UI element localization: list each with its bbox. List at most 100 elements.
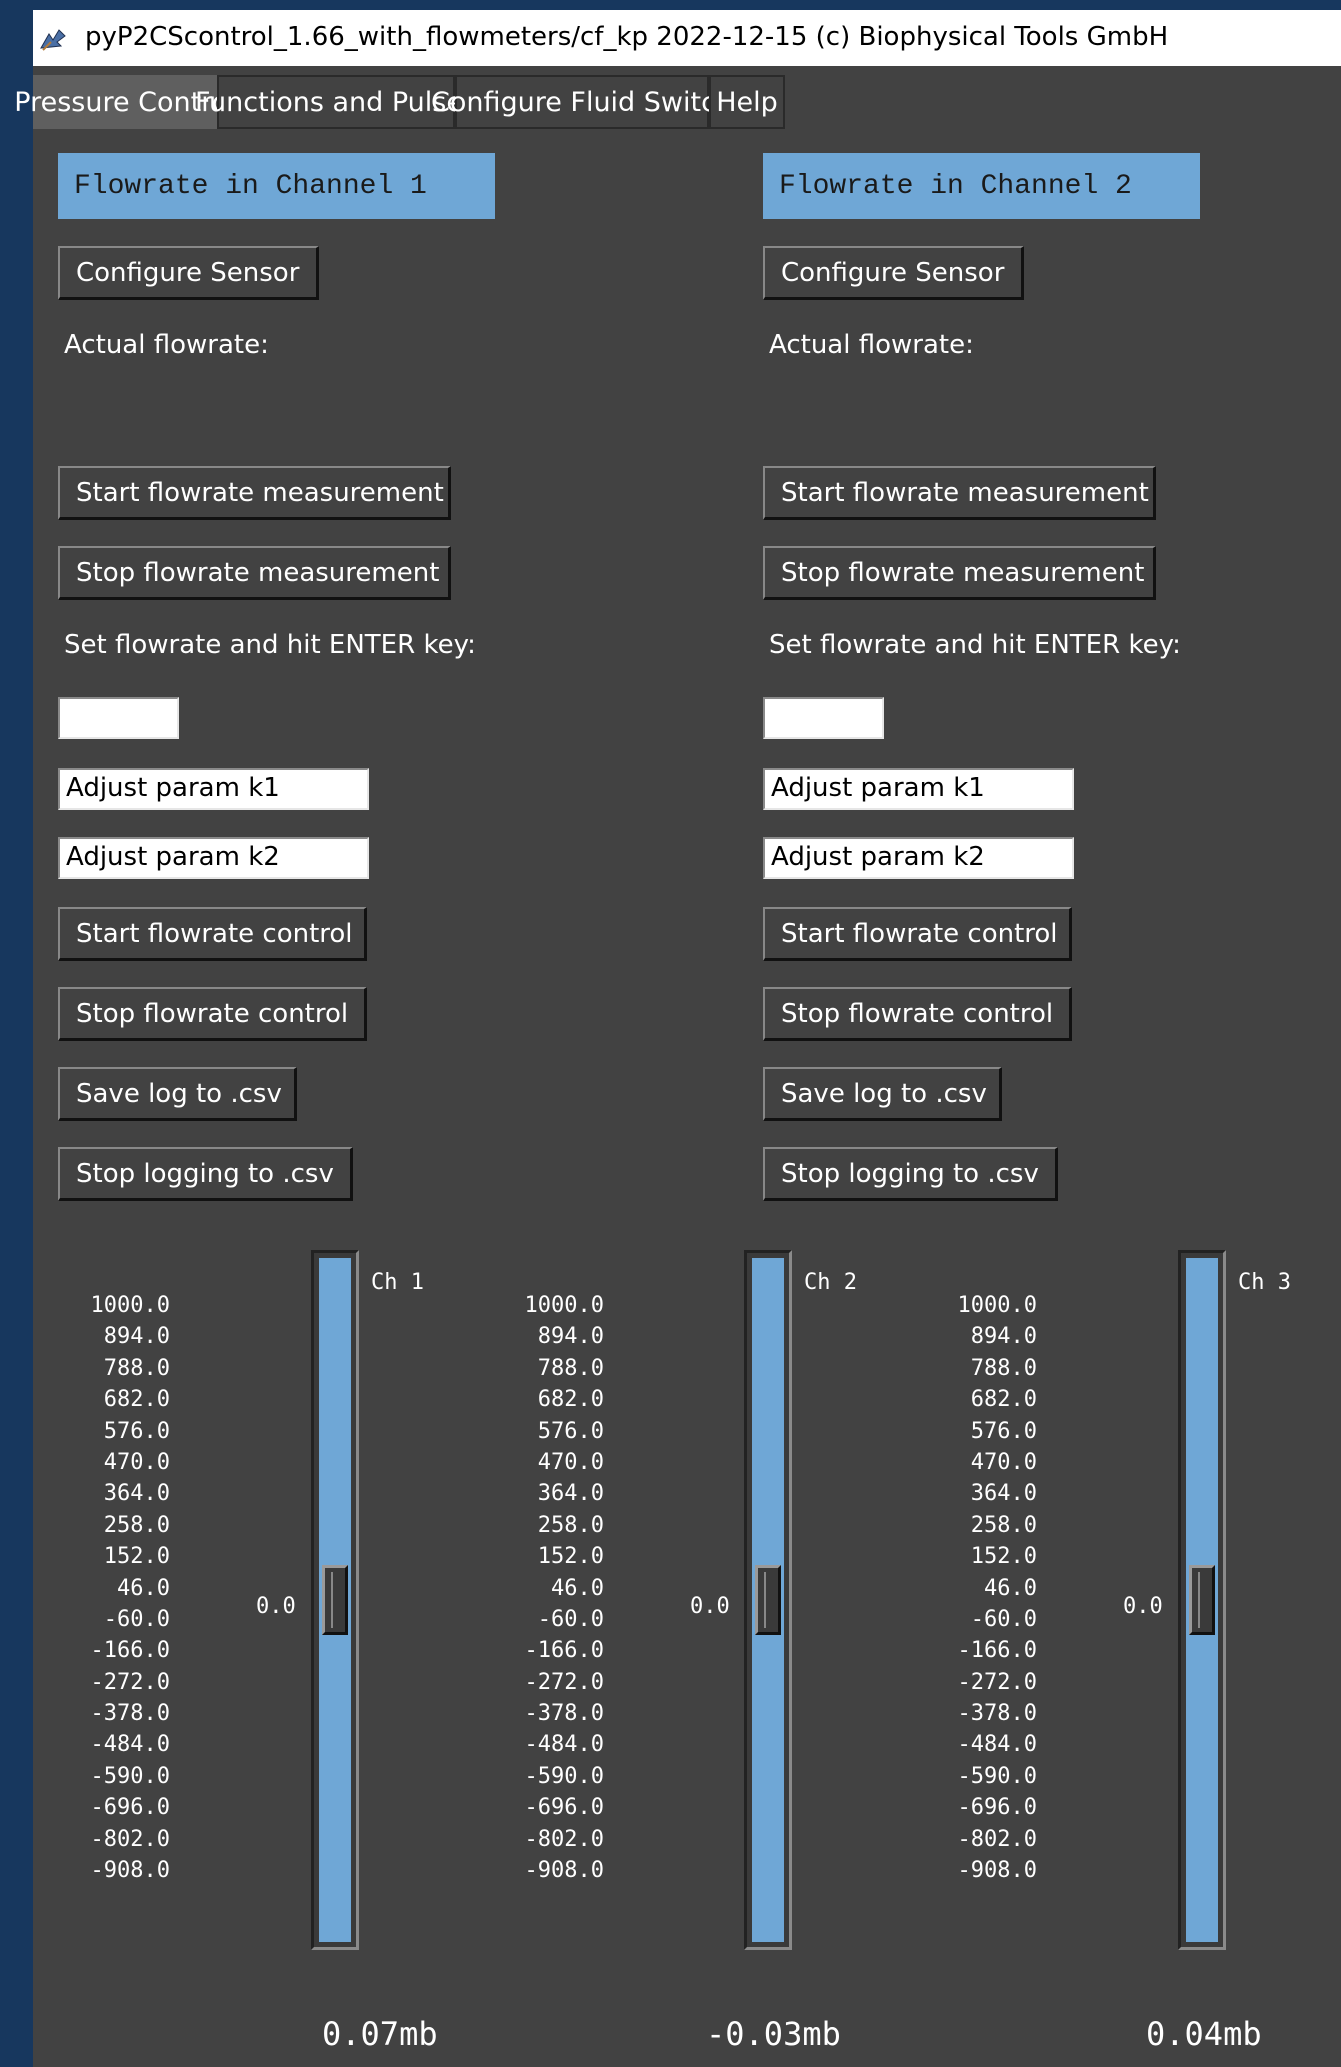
scale-tick-label: -802.0 [90, 1826, 170, 1852]
scale-tick-label: -696.0 [90, 1795, 170, 1821]
ch2-slider-handle[interactable] [755, 1565, 781, 1635]
ch3-pressure-slider[interactable] [1178, 1250, 1226, 1950]
scale-tick-label: -166.0 [90, 1638, 170, 1664]
scale-tick-label: 894.0 [103, 1324, 170, 1350]
scale-tick-label: 152.0 [970, 1544, 1037, 1570]
ch3-slider-name: Ch 3 [1238, 1270, 1291, 1295]
ch1-stop-control-button[interactable]: Stop flowrate control [58, 987, 367, 1041]
ch2-k2-input[interactable]: Adjust param k2 [763, 837, 1074, 879]
scale-tick-label: 1000.0 [957, 1293, 1037, 1318]
ch2-pressure-readout: -0.03mb [706, 2015, 841, 2053]
title-bar: pyP2CScontrol_1.66_with_flowmeters/cf_kp… [33, 10, 1341, 66]
tab-functions-and-pulses[interactable]: Functions and Pulses [195, 75, 477, 129]
scale-tick-label: 894.0 [970, 1324, 1037, 1350]
ch2-save-log-button[interactable]: Save log to .csv [763, 1067, 1002, 1121]
scale-tick-label: 152.0 [537, 1544, 604, 1570]
ch1-slider-handle[interactable] [322, 1565, 348, 1635]
ch1-scale-labels: 1000.0 894.0 788.0 682.0 576.0 470.0 364.0 258.… [60, 1290, 170, 1886]
ch1-slider-value-label: 0.0 [256, 1594, 296, 1619]
scale-tick-label: -378.0 [524, 1701, 604, 1727]
scale-tick-label: -60.0 [537, 1606, 604, 1632]
scale-tick-label: -908.0 [524, 1858, 604, 1884]
ch1-flowrate-input[interactable] [58, 697, 179, 739]
ch2-actual-flowrate-label: Actual flowrate: [769, 330, 974, 360]
scale-tick-label: -166.0 [524, 1638, 604, 1664]
scale-tick-label: 576.0 [970, 1418, 1037, 1444]
scale-tick-label: 258.0 [537, 1512, 604, 1538]
ch2-start-measurement-button[interactable]: Start flowrate measurement [763, 466, 1156, 520]
ch1-k1-input[interactable]: Adjust param k1 [58, 768, 369, 810]
scale-tick-label: 364.0 [970, 1481, 1037, 1507]
scale-tick-label: 1000.0 [90, 1293, 170, 1318]
scale-tick-label: 470.0 [537, 1449, 604, 1475]
ch1-save-log-button[interactable]: Save log to .csv [58, 1067, 297, 1121]
tab-bar: Pressure Control Functions and Pulses Co… [14, 67, 1341, 133]
ch2-k1-input[interactable]: Adjust param k1 [763, 768, 1074, 810]
scale-tick-label: 788.0 [970, 1355, 1037, 1381]
scale-tick-label: -378.0 [90, 1701, 170, 1727]
scale-tick-label: -272.0 [957, 1669, 1037, 1695]
scale-tick-label: 46.0 [117, 1575, 170, 1601]
scale-tick-label: -802.0 [524, 1826, 604, 1852]
scale-tick-label: 470.0 [970, 1449, 1037, 1475]
ch2-configure-sensor-button[interactable]: Configure Sensor [763, 246, 1024, 300]
ch1-set-flowrate-label: Set flowrate and hit ENTER key: [64, 630, 476, 660]
tab-pressure-control[interactable]: Pressure Control [14, 75, 236, 129]
scale-tick-label: 788.0 [103, 1355, 170, 1381]
scale-tick-label: 470.0 [103, 1449, 170, 1475]
ch1-stop-measurement-button[interactable]: Stop flowrate measurement [58, 546, 451, 600]
ch3-pressure-readout: 0.04mb [1146, 2015, 1262, 2053]
ch1-pressure-slider[interactable] [311, 1250, 359, 1950]
channel-1-header: Flowrate in Channel 1 [58, 153, 495, 219]
scale-tick-label: -272.0 [524, 1669, 604, 1695]
scale-tick-label: 682.0 [537, 1387, 604, 1413]
app-window: pyP2CScontrol_1.66_with_flowmeters/cf_kp… [14, 10, 1341, 2067]
feather-app-icon [40, 29, 66, 51]
ch2-set-flowrate-label: Set flowrate and hit ENTER key: [769, 630, 1181, 660]
scale-tick-label: 576.0 [537, 1418, 604, 1444]
scale-tick-label: 258.0 [970, 1512, 1037, 1538]
ch1-pressure-readout: 0.07mb [322, 2015, 438, 2053]
ch1-actual-flowrate-label: Actual flowrate: [64, 330, 269, 360]
channel-2-header: Flowrate in Channel 2 [763, 153, 1200, 219]
ch1-k2-input[interactable]: Adjust param k2 [58, 837, 369, 879]
scale-tick-label: 152.0 [103, 1544, 170, 1570]
scale-tick-label: 258.0 [103, 1512, 170, 1538]
scale-tick-label: -908.0 [957, 1858, 1037, 1884]
scale-tick-label: -696.0 [524, 1795, 604, 1821]
scale-tick-label: 576.0 [103, 1418, 170, 1444]
scale-tick-label: -590.0 [524, 1763, 604, 1789]
scale-tick-label: -484.0 [90, 1732, 170, 1758]
ch2-pressure-slider[interactable] [744, 1250, 792, 1950]
ch2-start-control-button[interactable]: Start flowrate control [763, 907, 1072, 961]
ch2-stop-logging-button[interactable]: Stop logging to .csv [763, 1147, 1058, 1201]
scale-tick-label: -590.0 [90, 1763, 170, 1789]
ch1-start-measurement-button[interactable]: Start flowrate measurement [58, 466, 451, 520]
scale-tick-label: 788.0 [537, 1355, 604, 1381]
ch2-flowrate-input[interactable] [763, 697, 884, 739]
scale-tick-label: -802.0 [957, 1826, 1037, 1852]
scale-tick-label: -60.0 [103, 1606, 170, 1632]
ch1-configure-sensor-button[interactable]: Configure Sensor [58, 246, 319, 300]
ch2-scale-labels: 1000.0 894.0 788.0 682.0 576.0 470.0 364.0 258.… [494, 1290, 604, 1886]
tab-configure-fluid-switch[interactable]: Configure Fluid Switch [431, 75, 733, 129]
scale-tick-label: -484.0 [957, 1732, 1037, 1758]
scale-tick-label: -908.0 [90, 1858, 170, 1884]
scale-tick-label: 682.0 [103, 1387, 170, 1413]
ch2-stop-measurement-button[interactable]: Stop flowrate measurement [763, 546, 1156, 600]
ch1-stop-logging-button[interactable]: Stop logging to .csv [58, 1147, 353, 1201]
scale-tick-label: -60.0 [970, 1606, 1037, 1632]
ch3-scale-labels: 1000.0 894.0 788.0 682.0 576.0 470.0 364.0 258.… [927, 1290, 1037, 1886]
tab-help[interactable]: Help [709, 75, 785, 129]
scale-tick-label: -272.0 [90, 1669, 170, 1695]
scale-tick-label: 364.0 [103, 1481, 170, 1507]
ch2-stop-control-button[interactable]: Stop flowrate control [763, 987, 1072, 1041]
scale-tick-label: 46.0 [551, 1575, 604, 1601]
scale-tick-label: 1000.0 [524, 1293, 604, 1318]
ch2-slider-value-label: 0.0 [690, 1594, 730, 1619]
ch3-slider-value-label: 0.0 [1123, 1594, 1163, 1619]
scale-tick-label: -484.0 [524, 1732, 604, 1758]
ch3-slider-handle[interactable] [1189, 1565, 1215, 1635]
scale-tick-label: 364.0 [537, 1481, 604, 1507]
ch1-start-control-button[interactable]: Start flowrate control [58, 907, 367, 961]
